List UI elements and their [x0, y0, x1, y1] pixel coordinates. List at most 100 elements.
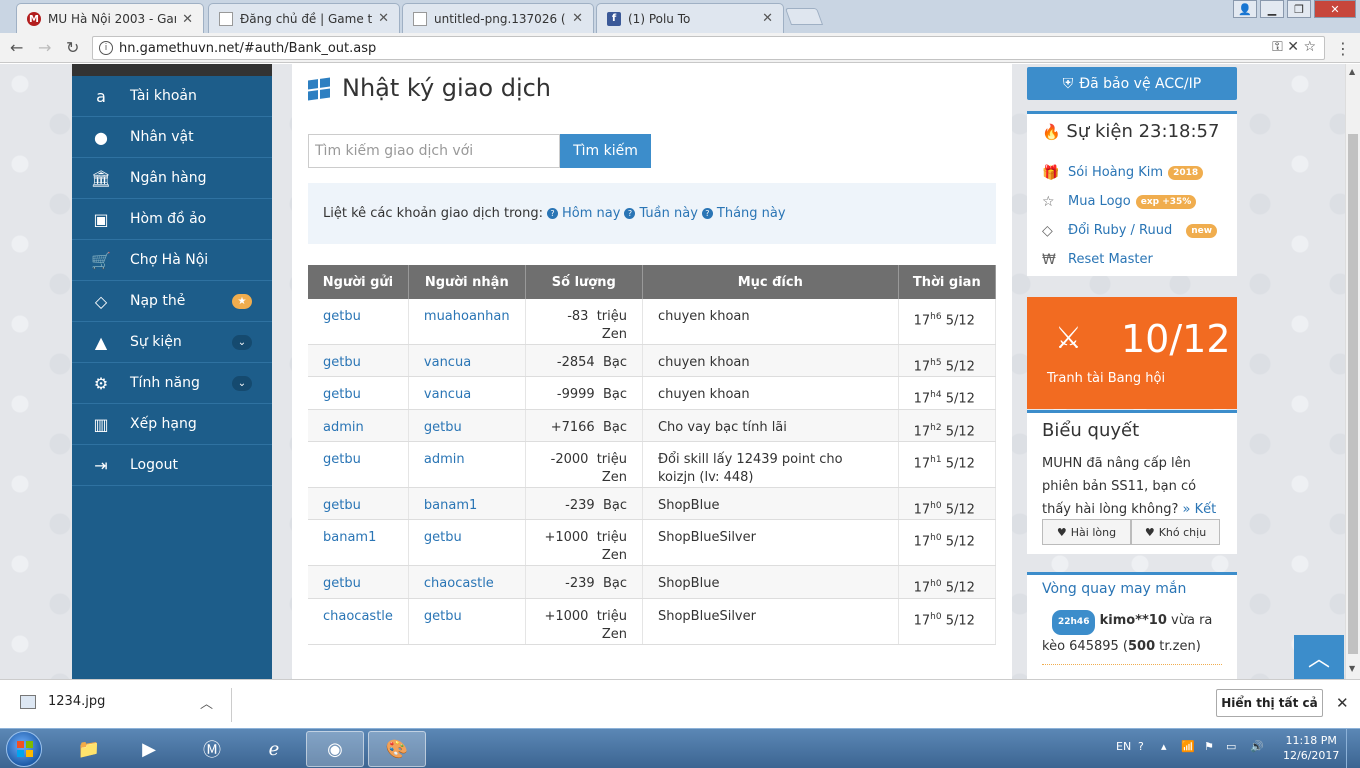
- display-icon[interactable]: ▭: [1226, 740, 1236, 753]
- close-icon[interactable]: ✕: [182, 12, 193, 27]
- event-item-soi-hoang-kim[interactable]: 🎁 Sói Hoàng Kim 2018: [1042, 158, 1217, 187]
- event-item-mua-logo[interactable]: ☆ Mua Logo exp +35%: [1042, 187, 1217, 216]
- back-arrow-icon[interactable]: ←: [10, 38, 23, 57]
- receiver-cell[interactable]: banam1: [408, 487, 526, 521]
- table-row: chaocastle getbu +1000 triệu Zen ShopBlueSi…: [308, 598, 997, 645]
- sidebar-item-logout[interactable]: ⇥ Logout: [72, 445, 272, 486]
- tray-expand-icon[interactable]: ▴: [1161, 740, 1167, 753]
- minimize-button[interactable]: ▁: [1260, 0, 1284, 18]
- tab-mu-hanoi[interactable]: M MU Hà Nội 2003 - Game ✕: [16, 3, 204, 34]
- transactions-table: Người gửi Người nhận Số lượng Mục đích T…: [308, 265, 997, 645]
- protect-account-button[interactable]: ⛨ Đã bảo vệ ACC/IP: [1027, 67, 1237, 100]
- receiver-cell[interactable]: admin: [408, 441, 526, 488]
- language-indicator[interactable]: EN: [1116, 740, 1131, 753]
- amount-value: +1000: [544, 608, 589, 624]
- tab-untitled-png[interactable]: untitled-png.137026 (136 ✕: [402, 3, 594, 33]
- info-icon[interactable]: i: [99, 41, 113, 55]
- system-clock[interactable]: 11:18 PM 12/6/2017: [1283, 733, 1339, 763]
- sender-cell[interactable]: getbu: [308, 487, 409, 521]
- media-player-icon[interactable]: ▶: [120, 731, 178, 767]
- paint-icon[interactable]: 🎨: [368, 731, 426, 767]
- filter-month-link[interactable]: Tháng này: [717, 206, 786, 221]
- sidebar-item-tinh-nang[interactable]: ⚙ Tính năng ⌄: [72, 363, 272, 404]
- url-input[interactable]: i hn.gamethuvn.net/#auth/Bank_out.asp ⚿ …: [92, 36, 1325, 60]
- sender-cell[interactable]: getbu: [308, 299, 409, 345]
- event-item-doi-ruby[interactable]: ◇ Đổi Ruby / Ruud new: [1042, 216, 1218, 245]
- purpose-cell: chuyen khoan: [642, 344, 899, 378]
- flag-icon[interactable]: ⚑: [1204, 740, 1214, 753]
- sender-cell[interactable]: getbu: [308, 441, 409, 488]
- sidebar-item-su-kien[interactable]: ▲ Sự kiện ⌄: [72, 322, 272, 363]
- sender-cell[interactable]: getbu: [308, 565, 409, 599]
- download-item[interactable]: 1234.jpg: [20, 694, 105, 709]
- bookmark-star-icon[interactable]: ⚿ ✕ ☆: [1272, 39, 1316, 55]
- close-icon[interactable]: ✕: [762, 11, 773, 26]
- sidebar-item-ngan-hang[interactable]: 🏛 Ngân hàng: [72, 158, 272, 199]
- close-icon[interactable]: ✕: [1336, 694, 1349, 712]
- sidebar-item-cho-ha-noi[interactable]: 🛒 Chợ Hà Nội: [72, 240, 272, 281]
- explorer-icon[interactable]: 📁: [60, 731, 118, 767]
- show-desktop-button[interactable]: [1346, 729, 1360, 768]
- scrollbar-thumb[interactable]: [1348, 134, 1358, 654]
- chevron-up-icon[interactable]: ︿: [200, 693, 213, 712]
- sidebar-item-nap-the[interactable]: ◇ Nạp thẻ ★: [72, 281, 272, 322]
- forward-arrow-icon[interactable]: →: [38, 38, 51, 57]
- sidebar-item-tai-khoan[interactable]: a Tài khoản: [72, 76, 272, 117]
- page-scrollbar[interactable]: ▲ ▼: [1345, 64, 1360, 679]
- scroll-to-top-button[interactable]: ︿: [1294, 635, 1344, 679]
- sidebar-item-label: Nạp thẻ: [130, 293, 186, 309]
- receiver-cell[interactable]: vancua: [408, 344, 526, 378]
- show-all-downloads-button[interactable]: Hiển thị tất cả: [1216, 689, 1323, 717]
- sidebar-item-label: Xếp hạng: [130, 416, 197, 432]
- receiver-cell[interactable]: vancua: [408, 376, 526, 410]
- search-input[interactable]: [308, 134, 560, 168]
- time-cell: 17h0 5/12: [898, 565, 997, 599]
- close-icon[interactable]: ✕: [572, 11, 583, 26]
- help-icon[interactable]: ?: [1138, 740, 1144, 753]
- poll-satisfied-button[interactable]: ♥ Hài lòng: [1042, 519, 1131, 545]
- guild-war-countdown[interactable]: ⚔ 10/12 Tranh tài Bang hội: [1027, 297, 1237, 409]
- search-button[interactable]: Tìm kiếm: [560, 134, 651, 168]
- tab-facebook[interactable]: f (1) Polu To ✕: [596, 3, 784, 33]
- sender-cell[interactable]: getbu: [308, 376, 409, 410]
- filter-week-link[interactable]: Tuần này: [639, 206, 697, 221]
- user-icon[interactable]: 👤: [1233, 0, 1257, 18]
- receiver-cell[interactable]: muahoanhan: [408, 299, 526, 345]
- volume-icon[interactable]: 🔊: [1250, 740, 1264, 753]
- sender-cell[interactable]: admin: [308, 409, 409, 442]
- chrome-icon[interactable]: ◉: [306, 731, 364, 767]
- poll-unsatisfied-button[interactable]: ♥ Khó chịu: [1131, 519, 1220, 545]
- start-button[interactable]: [6, 731, 42, 767]
- sidebar-item-hom-do-ao[interactable]: ▣ Hòm đồ ảo: [72, 199, 272, 240]
- menu-dots-icon[interactable]: ⋮: [1335, 39, 1351, 58]
- entry-unit: tr.zen): [1159, 639, 1201, 654]
- sender-cell[interactable]: getbu: [308, 344, 409, 378]
- receiver-cell[interactable]: chaocastle: [408, 565, 526, 599]
- scroll-up-arrow-icon[interactable]: ▲: [1349, 67, 1355, 76]
- mu-game-icon[interactable]: Ⓜ: [183, 731, 241, 767]
- close-icon[interactable]: ✕: [378, 11, 389, 26]
- sidebar-item-nhan-vat[interactable]: ● Nhân vật: [72, 117, 272, 158]
- sidebar-item-xep-hang[interactable]: ▥ Xếp hạng: [72, 404, 272, 445]
- time-date: 5/12: [945, 359, 975, 375]
- scroll-down-arrow-icon[interactable]: ▼: [1349, 664, 1355, 673]
- purpose-cell: ShopBlueSilver: [642, 598, 899, 645]
- sender-cell[interactable]: banam1: [308, 519, 409, 567]
- amount-unit: triệu Zen: [596, 309, 627, 342]
- network-icon[interactable]: 📶: [1181, 740, 1195, 753]
- window-close-button[interactable]: ✕: [1314, 0, 1356, 18]
- sender-cell[interactable]: chaocastle: [308, 598, 409, 645]
- receiver-cell[interactable]: getbu: [408, 519, 526, 567]
- receiver-cell[interactable]: getbu: [408, 598, 526, 645]
- reload-icon[interactable]: ↻: [66, 38, 79, 57]
- event-item-reset-master[interactable]: ₩ Reset Master: [1042, 245, 1217, 274]
- receiver-cell[interactable]: getbu: [408, 409, 526, 442]
- chevron-down-icon[interactable]: ⌄: [232, 335, 252, 350]
- internet-explorer-icon[interactable]: ℯ: [245, 731, 303, 767]
- filter-today-link[interactable]: Hôm nay: [562, 206, 620, 221]
- chevron-down-icon[interactable]: ⌄: [232, 376, 252, 391]
- lucky-wheel-title[interactable]: Vòng quay may mắn: [1042, 581, 1186, 597]
- new-tab-button[interactable]: [784, 8, 824, 25]
- maximize-button[interactable]: ❐: [1287, 0, 1311, 18]
- tab-dang-chu-de[interactable]: Đăng chủ đề | Game thủ ✕: [208, 3, 400, 33]
